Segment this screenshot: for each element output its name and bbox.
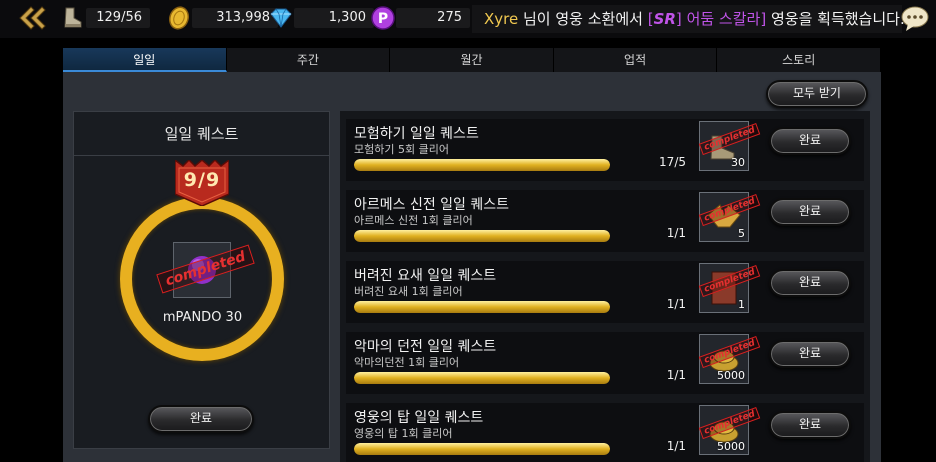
quest-row: 모험하기 일일 퀘스트 모험하기 5회 클리어 17/5 30 complete… [346, 119, 864, 181]
daily-progress: 9/9 [183, 169, 221, 191]
quest-count: 1/1 [666, 439, 686, 453]
daily-summary: 일일 퀘스트 9/9 completed mPANDO 30 완료 [73, 111, 330, 449]
quest-complete-button[interactable]: 완료 [769, 269, 851, 297]
quest-count: 1/1 [666, 226, 686, 240]
quest-count: 17/5 [659, 155, 686, 169]
top-bar: 129/56 313,998 1,300 P 275 Xyre 님이 영웅 소환… [0, 0, 936, 38]
notice-text-2: 영웅을 획득했습니다. [766, 10, 905, 28]
quest-reward-item: 1 [699, 263, 749, 313]
quest-desc: 아르메스 신전 1회 클리어 [354, 214, 473, 227]
tab-achievement[interactable]: 업적 [553, 48, 718, 72]
quest-progress-fill [354, 230, 610, 242]
quest-count: 1/1 [666, 297, 686, 311]
gold-value: 313,998 [192, 8, 278, 28]
quest-title: 버려진 요새 일일 퀘스트 [354, 268, 497, 284]
quest-title: 영웅의 탑 일일 퀘스트 [354, 410, 484, 426]
reward-qty: 5000 [717, 440, 745, 453]
coin-icon [168, 6, 190, 30]
gem-resource: 1,300 [268, 6, 374, 30]
quest-progress-fill [354, 372, 610, 384]
quest-complete-button[interactable]: 완료 [769, 198, 851, 226]
quest-reward-item: 5 [699, 192, 749, 242]
tab-weekly[interactable]: 주간 [226, 48, 391, 72]
notice-text-1: 님이 영웅 소환에서 [518, 10, 648, 28]
p-coin-icon: P [371, 6, 395, 30]
quest-progress-bar [354, 301, 610, 313]
pando-resource: P 275 [370, 6, 470, 30]
notice-user: Xyre [484, 10, 519, 28]
quest-complete-button[interactable]: 완료 [769, 340, 851, 368]
stamina-resource: 129/56 [60, 6, 150, 30]
daily-title: 일일 퀘스트 [74, 112, 329, 156]
quest-progress-bar [354, 159, 610, 171]
reward-label: mPANDO 30 [162, 310, 243, 325]
quest-row: 아르메스 신전 일일 퀘스트 아르메스 신전 1회 클리어 1/1 5 comp… [346, 190, 864, 252]
quest-reward-item: 5000 [699, 405, 749, 455]
boot-icon [64, 7, 82, 28]
quest-progress-bar [354, 443, 610, 455]
quest-progress-fill [354, 443, 610, 455]
quest-list: 모험하기 일일 퀘스트 모험하기 5회 클리어 17/5 30 complete… [340, 111, 870, 462]
quest-tabs: 일일 주간 월간 업적 스토리 [63, 48, 881, 72]
quest-row: 버려진 요새 일일 퀘스트 버려진 요새 1회 클리어 1/1 1 comple… [346, 261, 864, 323]
diamond-icon [270, 8, 292, 28]
gold-resource: 313,998 [166, 6, 278, 30]
quest-desc: 버려진 요새 1회 클리어 [354, 285, 463, 298]
gem-value: 1,300 [294, 8, 374, 28]
tab-story[interactable]: 스토리 [717, 48, 881, 72]
reward-qty: 5 [738, 227, 745, 240]
stamina-value: 129/56 [86, 8, 150, 28]
tab-daily[interactable]: 일일 [63, 48, 227, 72]
daily-complete-button[interactable]: 완료 [148, 405, 254, 433]
quest-desc: 모험하기 5회 클리어 [354, 143, 449, 156]
svg-text:P: P [378, 11, 388, 27]
quest-panel: 모두 받기 일일 퀘스트 9/9 completed mPANDO 30 완료 … [63, 72, 881, 462]
receive-all-button[interactable]: 모두 받기 [766, 80, 868, 108]
quest-row: 악마의 던전 일일 퀘스트 악마의던전 1회 클리어 1/1 5000 comp… [346, 332, 864, 394]
quest-title: 모험하기 일일 퀘스트 [354, 126, 479, 142]
quest-progress-fill [354, 301, 610, 313]
reward-item [173, 242, 231, 298]
pando-value: 275 [396, 8, 470, 28]
reward-qty: 5000 [717, 369, 745, 382]
quest-desc: 영웅의 탑 1회 클리어 [354, 427, 453, 440]
reward-qty: 1 [738, 298, 745, 311]
quest-complete-button[interactable]: 완료 [769, 127, 851, 155]
quest-progress-fill [354, 159, 610, 171]
sr-grade-icon: SR [653, 10, 676, 28]
quest-row: 영웅의 탑 일일 퀘스트 영웅의 탑 1회 클리어 1/1 5000 compl… [346, 403, 864, 462]
chat-bubble-icon[interactable] [900, 5, 930, 33]
purple-orb-icon [188, 256, 216, 284]
back-arrow-icon[interactable] [16, 4, 46, 32]
quest-reward-item: 5000 [699, 334, 749, 384]
quest-progress-bar [354, 372, 610, 384]
quest-desc: 악마의던전 1회 클리어 [354, 356, 460, 369]
quest-title: 악마의 던전 일일 퀘스트 [354, 339, 497, 355]
quest-reward-item: 30 [699, 121, 749, 171]
notice-hero: 어둠 스칼라 [686, 10, 761, 28]
tab-monthly[interactable]: 월간 [390, 48, 554, 72]
summon-notice: Xyre 님이 영웅 소환에서 [SR] 어둠 스칼라] 영웅을 획득했습니다. [472, 5, 905, 33]
quest-complete-button[interactable]: 완료 [769, 411, 851, 439]
quest-progress-bar [354, 230, 610, 242]
quest-title: 아르메스 신전 일일 퀘스트 [354, 197, 510, 213]
reward-qty: 30 [731, 156, 745, 169]
quest-count: 1/1 [666, 368, 686, 382]
